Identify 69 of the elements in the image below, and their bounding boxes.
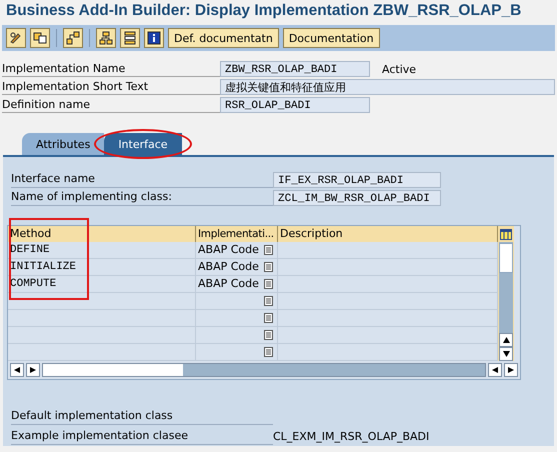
triangle-icon	[508, 367, 514, 373]
field-label: Default implementation class	[11, 408, 273, 425]
column-header[interactable]: Implementati...	[196, 226, 278, 242]
column-header[interactable]: Description	[278, 226, 498, 242]
scroll-left-button[interactable]	[488, 363, 502, 377]
toolbar-button[interactable]	[63, 28, 83, 48]
field-label: Example implementation clasee	[11, 428, 273, 445]
field-value: RSR_OLAP_BADI	[220, 97, 370, 113]
scroll-right-button[interactable]	[504, 363, 518, 377]
toolbar-button[interactable]	[6, 28, 26, 48]
field-value: ZBW_RSR_OLAP_BADI	[220, 61, 370, 77]
field-value: 虚拟关键值和特征值应用	[220, 79, 555, 95]
stack-icon	[123, 31, 137, 45]
table-cell: ABAP Code	[196, 276, 260, 293]
field-value: IF_EX_RSR_OLAP_BADI	[273, 172, 441, 188]
vertical-scrollbar[interactable]	[499, 242, 513, 333]
document-icon	[264, 347, 273, 357]
triangle-icon	[502, 337, 510, 343]
field-label: Definition name	[2, 97, 220, 113]
editor-button[interactable]	[260, 293, 278, 310]
scroll-right-button[interactable]	[26, 363, 40, 377]
toolbar-button[interactable]: Documentation	[282, 28, 380, 48]
status-text: Active	[382, 62, 416, 76]
editor-button[interactable]	[260, 310, 278, 327]
toolbar-button[interactable]: Def. documentatn	[168, 28, 279, 48]
field-label: Interface name	[11, 171, 273, 188]
pencil-glasses-icon	[9, 31, 23, 45]
triangle-icon	[492, 367, 498, 373]
table-cell: DEFINE	[8, 242, 196, 259]
field-value: ZCL_IM_BW_RSR_OLAP_BADI	[273, 190, 441, 206]
document-icon	[264, 296, 273, 306]
tab[interactable]: Interface	[104, 133, 182, 155]
triangle-icon	[502, 351, 510, 357]
column-header[interactable]: Method	[8, 226, 196, 242]
horizontal-scrollbar[interactable]	[42, 363, 486, 377]
document-icon	[264, 279, 273, 289]
column-settings-icon[interactable]	[498, 226, 514, 242]
hierarchy-arrow-icon	[66, 31, 80, 45]
field-label: Implementation Short Text	[2, 79, 220, 95]
table-cell: ABAP Code	[196, 242, 260, 259]
triangle-icon	[14, 367, 20, 373]
document-icon	[264, 245, 273, 255]
tab[interactable]: Attributes	[22, 133, 104, 155]
table-cell: COMPUTE	[8, 276, 196, 293]
toolbar-button[interactable]	[96, 28, 116, 48]
field-value: CL_EXM_IM_RSR_OLAP_BADI	[273, 430, 430, 443]
document-icon	[264, 313, 273, 323]
editor-button[interactable]	[260, 344, 278, 361]
table-cell: INITIALIZE	[8, 259, 196, 276]
editor-button[interactable]	[260, 327, 278, 344]
triangle-icon	[30, 367, 36, 373]
field-label: Implementation Name	[2, 61, 220, 77]
toolbar-button[interactable]	[144, 28, 164, 48]
editor-button[interactable]	[260, 276, 278, 293]
scroll-down-button[interactable]	[499, 347, 513, 361]
objects-icon	[33, 31, 47, 45]
scroll-up-button[interactable]	[499, 333, 513, 347]
document-icon	[264, 330, 273, 340]
scroll-left-button[interactable]	[10, 363, 24, 377]
window-title: Business Add-In Builder: Display Implementation ZBW_RSR_OLAP_B	[5, 1, 522, 21]
info-icon	[147, 31, 161, 45]
table-cell: ABAP Code	[196, 259, 260, 276]
field-label: Name of implementing class:	[11, 189, 273, 206]
editor-button[interactable]	[260, 259, 278, 276]
toolbar-button[interactable]	[120, 28, 140, 48]
toolbar-button[interactable]	[30, 28, 50, 48]
editor-button[interactable]	[260, 242, 278, 259]
tree-icon	[99, 31, 113, 45]
document-icon	[264, 262, 273, 272]
